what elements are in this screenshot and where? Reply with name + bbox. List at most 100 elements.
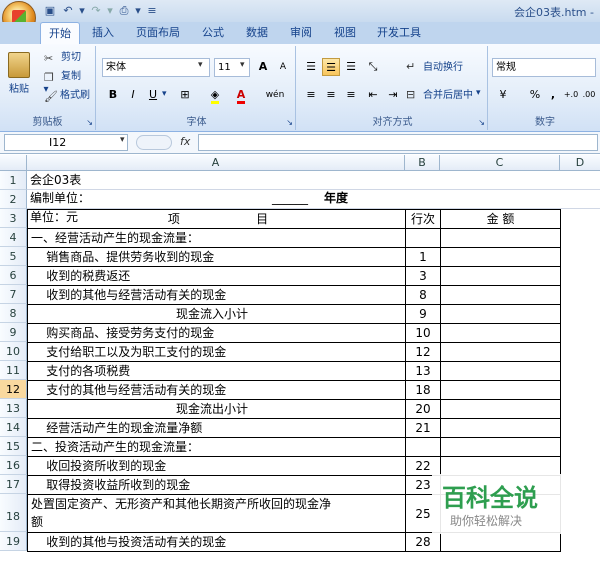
chevron-down-icon[interactable]: ▾ — [120, 135, 125, 145]
cell[interactable]: 销售商品、提供劳务收到的现金 — [27, 247, 406, 267]
comma-button[interactable]: , — [544, 86, 562, 104]
tab-insert[interactable]: 插入 — [86, 22, 120, 44]
cell[interactable]: 取得投资收益所收到的现金 — [27, 475, 406, 495]
cell[interactable]: 现金流出小计 — [27, 399, 406, 419]
cell[interactable]: 行次 — [405, 209, 441, 229]
increase-decimal-button[interactable]: +.0 — [562, 86, 580, 104]
cell[interactable]: 收到的其他与经营活动有关的现金 — [27, 285, 406, 305]
tab-review[interactable]: 审阅 — [284, 22, 318, 44]
orientation-icon[interactable]: ⤡ — [364, 58, 382, 76]
cut-button[interactable]: 剪切 — [56, 48, 86, 67]
cell[interactable]: 二、投资活动产生的现金流量： — [27, 437, 406, 457]
decrease-indent-icon[interactable]: ⇤ — [364, 86, 382, 104]
cell[interactable]: 购买商品、接受劳务支付的现金 — [27, 323, 406, 343]
cell[interactable]: 9 — [405, 304, 441, 324]
cell[interactable]: 金 额 — [440, 209, 561, 229]
format-painter-button[interactable]: 格式刷 — [56, 86, 94, 105]
cell[interactable]: 收回投资所收到的现金 — [27, 456, 406, 476]
cell[interactable] — [440, 380, 561, 400]
dialog-launcher-icon[interactable]: ↘ — [86, 118, 93, 127]
chevron-down-icon[interactable]: ▾ — [240, 60, 245, 70]
cell[interactable]: 支付的其他与经营活动有关的现金 — [27, 380, 406, 400]
cell[interactable]: 10 — [405, 323, 441, 343]
cell[interactable] — [440, 190, 561, 210]
row-header[interactable]: 15 — [0, 437, 27, 456]
cell[interactable] — [440, 418, 561, 438]
cell[interactable]: 21 — [405, 418, 441, 438]
merge-center-button[interactable]: 合并后居中 — [420, 86, 476, 105]
underline-button[interactable]: U — [144, 86, 162, 104]
tab-view[interactable]: 视图 — [328, 22, 362, 44]
cell[interactable] — [405, 228, 441, 248]
tab-page-layout[interactable]: 页面布局 — [130, 22, 186, 44]
customize-qat-icon[interactable]: ≡ — [144, 3, 160, 19]
cell[interactable] — [405, 190, 441, 210]
cell[interactable]: 收到的其他与投资活动有关的现金 — [27, 532, 406, 552]
row-header[interactable]: 1 — [0, 171, 27, 190]
name-box[interactable]: I12 — [4, 134, 128, 151]
bold-button[interactable]: B — [104, 86, 122, 104]
column-header-a[interactable]: A — [27, 155, 405, 171]
row-header[interactable]: 8 — [0, 304, 27, 323]
row-header[interactable]: 6 — [0, 266, 27, 285]
cell[interactable]: 经营活动产生的现金流量净额 — [27, 418, 406, 438]
tab-home[interactable]: 开始 — [40, 22, 80, 44]
font-color-icon[interactable]: A — [232, 86, 250, 104]
row-header[interactable]: 4 — [0, 228, 27, 247]
cell[interactable]: 8 — [405, 285, 441, 305]
align-middle-icon[interactable]: ☰ — [322, 58, 340, 76]
align-center-icon[interactable]: ≡ — [322, 86, 340, 104]
italic-button[interactable]: I — [124, 86, 142, 104]
number-format-select[interactable]: 常规 — [492, 58, 596, 77]
copy-button[interactable]: 复制 — [56, 67, 86, 86]
cell[interactable] — [440, 323, 561, 343]
row-header[interactable]: 16 — [0, 456, 27, 475]
cell[interactable] — [440, 361, 561, 381]
cell[interactable] — [440, 437, 561, 457]
align-right-icon[interactable]: ≡ — [342, 86, 360, 104]
tab-formulas[interactable]: 公式 — [196, 22, 230, 44]
cell[interactable] — [440, 285, 561, 305]
row-header[interactable]: 10 — [0, 342, 27, 361]
chevron-down-icon[interactable]: ▾ — [476, 88, 481, 98]
cell[interactable]: 1 — [405, 247, 441, 267]
tab-developer[interactable]: 开发工具 — [372, 22, 426, 44]
cell[interactable] — [440, 532, 561, 552]
shrink-font-button[interactable]: A — [274, 58, 292, 76]
column-header-b[interactable]: B — [405, 155, 440, 171]
cell[interactable] — [440, 304, 561, 324]
cell[interactable]: 收到的税费返还 — [27, 266, 406, 286]
cell[interactable]: 20 — [405, 399, 441, 419]
increase-indent-icon[interactable]: ⇥ — [384, 86, 402, 104]
cell[interactable] — [440, 228, 561, 248]
percent-button[interactable]: % — [526, 86, 544, 104]
chevron-down-icon[interactable]: ▾ — [162, 89, 167, 99]
tab-data[interactable]: 数据 — [240, 22, 274, 44]
cell[interactable] — [440, 456, 561, 476]
select-all-corner[interactable] — [0, 155, 27, 171]
cell[interactable]: 12 — [405, 342, 441, 362]
row-header[interactable]: 11 — [0, 361, 27, 380]
wrap-text-button[interactable]: 自动换行 — [420, 58, 466, 77]
border-icon[interactable]: ⊞ — [176, 86, 194, 104]
cell[interactable]: 28 — [405, 532, 441, 552]
currency-icon[interactable]: ¥ — [494, 86, 512, 104]
row-header[interactable]: 7 — [0, 285, 27, 304]
cell[interactable]: 3 — [405, 266, 441, 286]
save-icon[interactable]: ▣ — [42, 3, 58, 19]
cell[interactable]: 13 — [405, 361, 441, 381]
align-bottom-icon[interactable]: ☰ — [342, 58, 360, 76]
cell[interactable]: 支付的各项税费 — [27, 361, 406, 381]
cell[interactable]: 现金流入小计 — [27, 304, 406, 324]
row-header[interactable]: 14 — [0, 418, 27, 437]
cell[interactable]: 项 目 — [27, 209, 406, 229]
cell[interactable] — [440, 342, 561, 362]
cell[interactable]: 处置固定资产、无形资产和其他长期资产所收回的现金净额 — [27, 494, 406, 533]
cell[interactable] — [405, 437, 441, 457]
cell[interactable]: 支付给职工以及为职工支付的现金 — [27, 342, 406, 362]
decrease-decimal-button[interactable]: .00 — [580, 86, 598, 104]
fill-color-icon[interactable]: ◈ — [206, 86, 224, 104]
row-header[interactable]: 12 — [0, 380, 27, 399]
cell[interactable] — [440, 266, 561, 286]
row-header[interactable]: 18 — [0, 494, 27, 532]
